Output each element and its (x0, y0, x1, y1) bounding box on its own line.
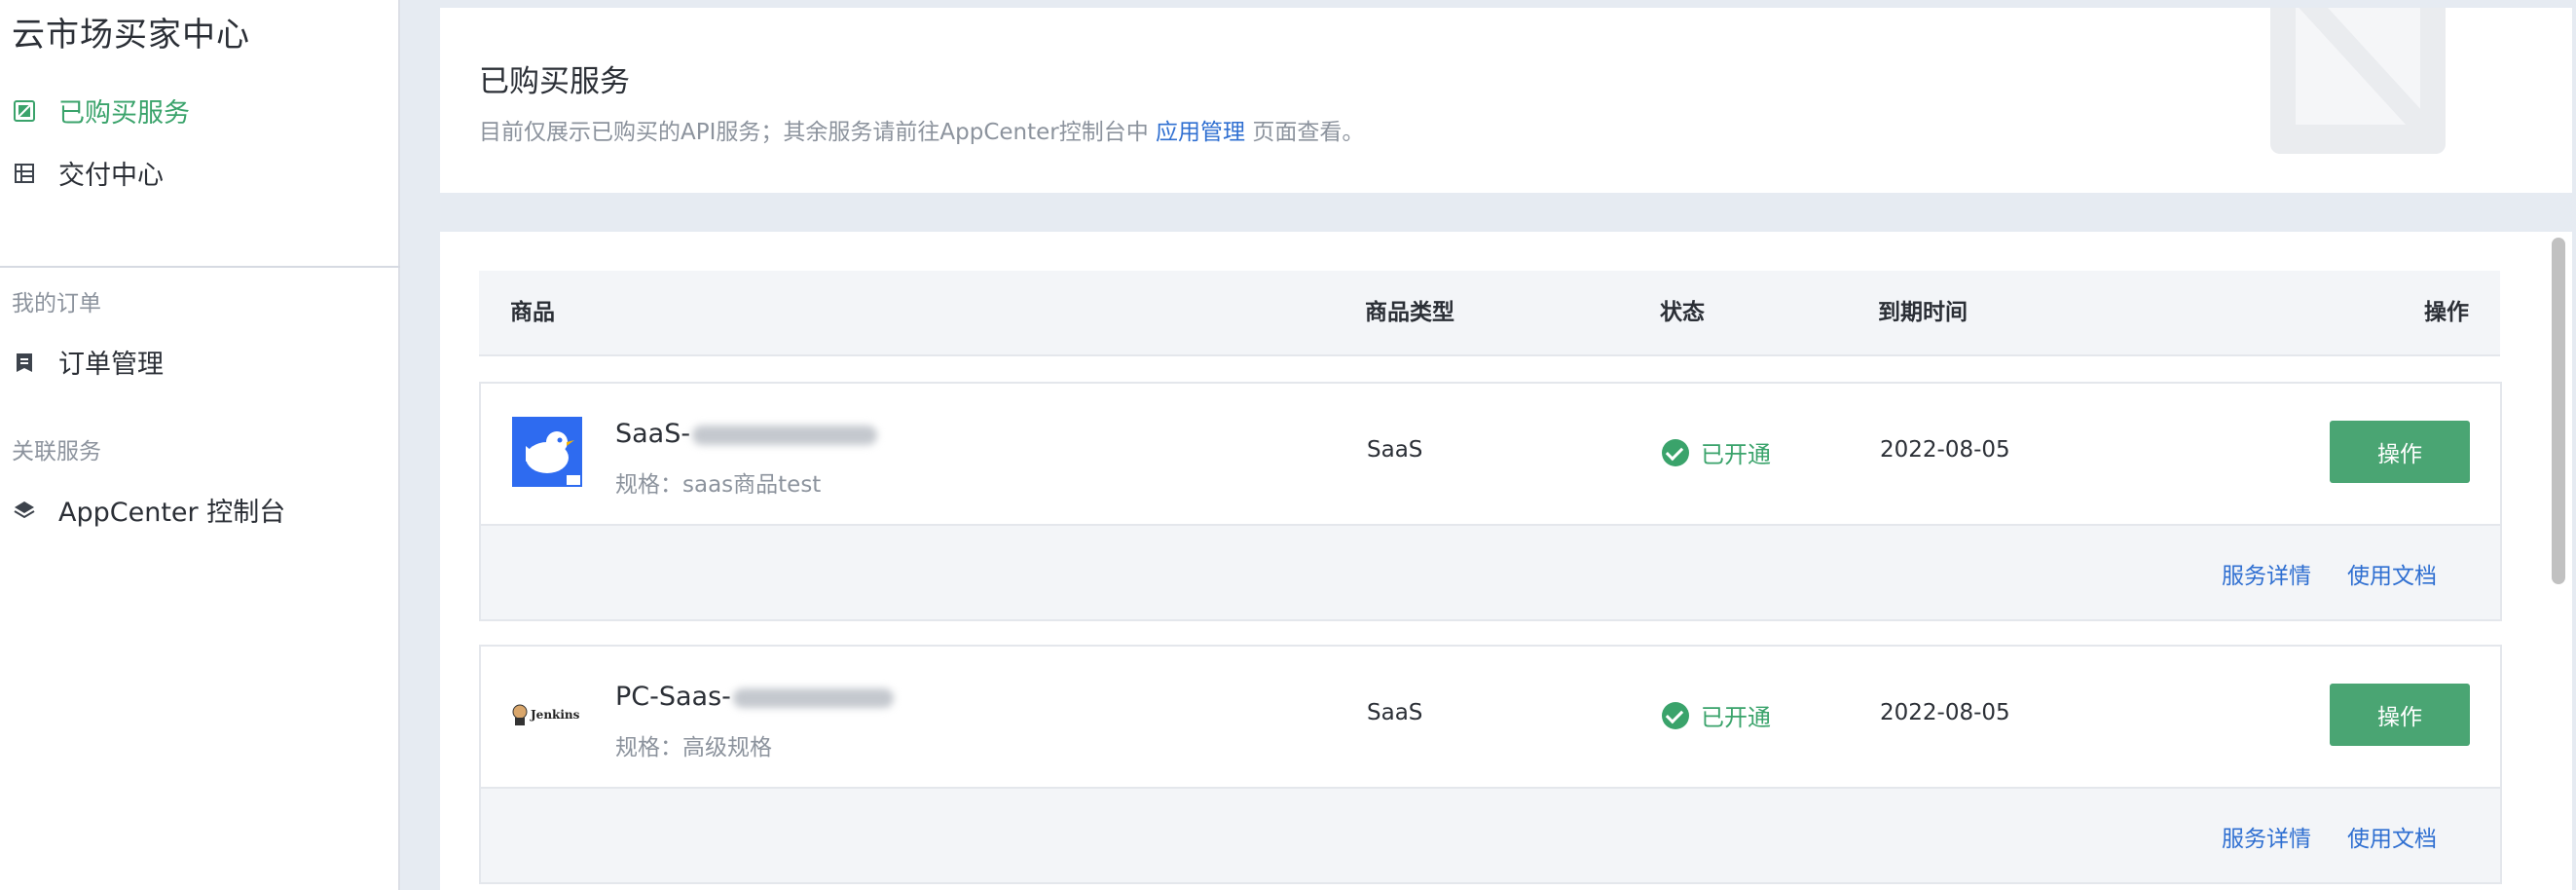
row-main: Jenkins PC-Saas- 规格：高级规格 SaaS 已开通 2022-0… (481, 647, 2500, 787)
description-suffix: 页面查看。 (1252, 120, 1365, 145)
description-prefix: 目前仅展示已购买的API服务；其余服务请前往AppCenter控制台中 (479, 120, 1149, 145)
sidebar-title: 云市场买家中心 (12, 16, 250, 55)
sidebar-group-label-orders: 我的订单 (12, 291, 101, 316)
column-header-product: 商品 (510, 300, 555, 325)
jenkins-logo-text: Jenkins (531, 708, 580, 722)
scrollbar-thumb[interactable] (2552, 238, 2565, 584)
redacted-text (692, 425, 878, 445)
usage-doc-link[interactable]: 使用文档 (2347, 820, 2437, 853)
row-main: SaaS- 规格：saas商品test SaaS 已开通 2022-08-05 … (481, 384, 2500, 524)
services-table-card: 商品 商品类型 状态 到期时间 操作 SaaS- 规格：saas商品test S… (440, 232, 2572, 890)
sidebar-group-label-related: 关联服务 (12, 439, 101, 464)
page-description: 目前仅展示已购买的API服务；其余服务请前往AppCenter控制台中 应用管理… (479, 113, 1364, 146)
status-text: 已开通 (1701, 704, 1771, 731)
column-header-status: 状态 (1660, 300, 1705, 325)
delivery-icon (14, 163, 35, 184)
status-badge: 已开通 (1662, 698, 1771, 732)
column-header-type: 商品类型 (1365, 300, 1454, 325)
column-header-expire: 到期时间 (1878, 300, 1968, 325)
sidebar-divider (0, 266, 400, 268)
column-header-action: 操作 (2424, 300, 2469, 325)
placeholder-illustration-icon (2270, 8, 2446, 158)
sidebar-item-purchased-services[interactable]: 已购买服务 (14, 92, 190, 130)
table-row: SaaS- 规格：saas商品test SaaS 已开通 2022-08-05 … (479, 382, 2502, 621)
check-circle-icon (1662, 438, 1689, 466)
sidebar-item-label: 交付中心 (58, 161, 164, 191)
sidebar-item-appcenter-console[interactable]: AppCenter 控制台 (14, 491, 285, 529)
service-detail-link[interactable]: 服务详情 (2222, 820, 2311, 853)
product-type: SaaS (1367, 437, 1423, 463)
product-spec: 规格：saas商品test (615, 472, 822, 498)
operate-button[interactable]: 操作 (2330, 421, 2470, 483)
sidebar-item-order-management[interactable]: 订单管理 (14, 343, 164, 381)
sidebar-item-label: 订单管理 (58, 350, 164, 380)
layers-icon (14, 500, 35, 521)
redacted-text (732, 687, 894, 708)
order-icon (14, 352, 35, 373)
bird-logo-icon (512, 417, 582, 487)
header-card: 已购买服务 目前仅展示已购买的API服务；其余服务请前往AppCenter控制台… (440, 8, 2572, 193)
expire-date: 2022-08-05 (1880, 700, 2010, 725)
product-name-text: SaaS- (615, 419, 691, 449)
page-title: 已购买服务 (479, 64, 630, 99)
sidebar-item-label: 已购买服务 (58, 98, 190, 129)
sidebar-item-label: AppCenter 控制台 (58, 498, 286, 528)
sidebar-item-delivery-center[interactable]: 交付中心 (14, 154, 164, 192)
expire-date: 2022-08-05 (1880, 437, 2010, 463)
product-name: PC-Saas- (615, 682, 894, 712)
product-type: SaaS (1367, 700, 1423, 725)
row-footer: 服务详情 使用文档 (481, 524, 2500, 619)
product-spec: 规格：高级规格 (615, 735, 772, 760)
usage-doc-link[interactable]: 使用文档 (2347, 557, 2437, 590)
row-footer: 服务详情 使用文档 (481, 787, 2500, 882)
table-row: Jenkins PC-Saas- 规格：高级规格 SaaS 已开通 2022-0… (479, 645, 2502, 884)
vertical-scrollbar[interactable] (2546, 232, 2572, 890)
app-management-link[interactable]: 应用管理 (1156, 120, 1245, 145)
service-icon (14, 99, 35, 122)
service-detail-link[interactable]: 服务详情 (2222, 557, 2311, 590)
sidebar: 云市场买家中心 已购买服务 交付中心 我的订单 订单管理 关联服务 AppCen… (0, 0, 400, 890)
check-circle-icon (1662, 701, 1689, 729)
product-name-text: PC-Saas- (615, 682, 731, 712)
operate-button[interactable]: 操作 (2330, 684, 2470, 746)
table-header: 商品 商品类型 状态 到期时间 操作 (479, 271, 2500, 356)
status-badge: 已开通 (1662, 435, 1771, 469)
product-name: SaaS- (615, 419, 878, 449)
status-text: 已开通 (1701, 441, 1771, 468)
jenkins-logo-icon: Jenkins (512, 680, 582, 750)
